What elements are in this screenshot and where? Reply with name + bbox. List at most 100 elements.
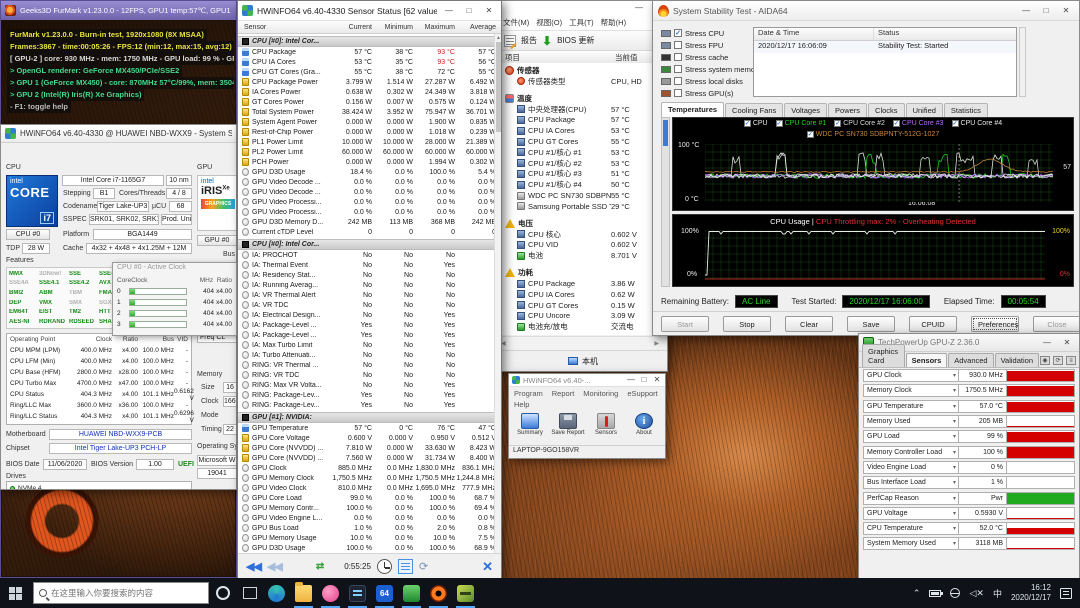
gpuz-sensor-label[interactable]: CPU Temperature	[863, 522, 959, 536]
taskbar-app-pink[interactable]	[317, 578, 344, 608]
gpuz-sensor-label[interactable]: GPU Load	[863, 430, 959, 444]
preferences-button[interactable]: Preferences	[971, 315, 1019, 332]
cn-sensor-item[interactable]: CPU #1/核心 #2 53 °C	[499, 158, 661, 169]
hwinfo-summary-titlebar[interactable]: HWiNFO64 v6.40-4330 @ HUAWEI NBD-WXX9 - …	[1, 125, 236, 143]
gpuz-minimize-button[interactable]: —	[1039, 336, 1055, 350]
network-icon[interactable]	[950, 588, 961, 598]
sensor-titlebar[interactable]: HWiNFO64 v6.40-4330 Sensor Status [62 va…	[238, 1, 501, 21]
taskbar-app-folder[interactable]	[290, 578, 317, 608]
cortana-button[interactable]	[209, 578, 236, 608]
gpuz-sensor-label[interactable]: Memory Used	[863, 415, 959, 429]
taskbar-search[interactable]	[33, 582, 209, 604]
sensor-row[interactable]: GPU Bus Load 1.0 % 0.0 % 2.0 % 0.8 %	[238, 523, 494, 533]
sensor-row[interactable]: RING: Max VR Volta... No No Yes	[238, 380, 494, 390]
cn-sensor-item[interactable]: CPU IA Cores 0.62 W	[499, 289, 661, 300]
launcher-minimize-button[interactable]: —	[626, 374, 636, 387]
save-button[interactable]: Save	[847, 315, 895, 332]
drive-row[interactable]: NVMe 4	[10, 483, 188, 489]
gpuz-tab-sensors[interactable]: Sensors	[905, 353, 948, 367]
gpuz-tab-graphics-card[interactable]: Graphics Card	[862, 344, 905, 367]
start-button[interactable]	[0, 578, 30, 608]
sensor-row[interactable]: IA: Residency Stat... No No No	[238, 270, 494, 280]
gpuz-sensor-label[interactable]: Bus Interface Load	[863, 476, 959, 490]
stability-tab-powers[interactable]: Powers	[828, 103, 868, 117]
next-page-icon[interactable]: ◀◀	[267, 560, 283, 573]
sensor-row[interactable]: GPU D3D Usage 100.0 % 0.0 % 100.0 % 68.9 %	[238, 543, 494, 553]
cn-sensor-item[interactable]: 中央处理器(CPU) 57 °C	[499, 104, 661, 115]
sensor-row[interactable]: GPU Core Voltage 0.600 V 0.000 V 0.950 V 0.5…	[238, 433, 494, 443]
stability-maximize-button[interactable]: □	[1038, 4, 1054, 18]
reset-values-icon[interactable]: ⟳	[419, 560, 428, 573]
sensor-row[interactable]: System Agent Power 0.000 W 0.000 W 1.900 W 0…	[238, 117, 494, 127]
prev-page-icon[interactable]: ◀◀	[246, 560, 262, 573]
sensor-row[interactable]: RING: VR Thermal ... No No No	[238, 360, 494, 370]
stop-button[interactable]: Stop	[723, 315, 771, 332]
cn-sensor-item[interactable]: CPU VID 0.602 V	[499, 240, 661, 251]
menu-icon[interactable]: ≡	[1066, 356, 1076, 365]
launcher-menu-esupport[interactable]: eSupport	[627, 389, 657, 398]
legend-checkbox[interactable]: ✓	[775, 120, 783, 127]
taskbar-app-fur[interactable]	[425, 578, 452, 608]
launcher-button-sensors[interactable]: Sensors	[588, 413, 624, 436]
cn-group[interactable]: 温度	[499, 93, 661, 104]
gpuz-sensor-label[interactable]: GPU Temperature	[863, 399, 959, 413]
active-clock-popup[interactable]: CPU #0 - Active Clock Core Clock MHz Ratio …	[112, 262, 237, 336]
sensor-row[interactable]: GPU Core Load 99.0 % 0.0 % 100.0 % 68.7 %	[238, 493, 494, 503]
sensor-row[interactable]: IA: PROCHOT No No No	[238, 250, 494, 260]
cn-sensor-item[interactable]: CPU #1/核心 #3 51 °C	[499, 169, 661, 180]
bios-update-button[interactable]: BIOS 更新	[557, 35, 594, 46]
cpuid-button[interactable]: CPUID	[909, 315, 957, 332]
logging-icon[interactable]	[397, 559, 413, 574]
stability-tab-cooling-fans[interactable]: Cooling Fans	[725, 103, 784, 117]
gpu-select[interactable]: GPU #0	[197, 235, 236, 246]
taskbar-app-edge[interactable]	[263, 578, 290, 608]
stability-titlebar[interactable]: System Stability Test - AIDA64 — □ ✕	[653, 1, 1079, 21]
aida64-stability-window[interactable]: System Stability Test - AIDA64 — □ ✕ ✓ St…	[652, 0, 1080, 336]
sensor-row[interactable]: GPU Memory Contr... 100.0 % 0.0 % 100.0 % 69…	[238, 503, 494, 513]
gpuz-sensor-label[interactable]: Memory Controller Load	[863, 445, 959, 459]
tray-clock[interactable]: 16:12 2020/12/17	[1011, 583, 1051, 603]
cn-sensor-item[interactable]: 电池 8.701 V	[499, 250, 661, 261]
camera-icon[interactable]: ◉	[1040, 356, 1050, 365]
launcher-button-save-report[interactable]: Save Report	[550, 413, 586, 436]
launcher-button-about[interactable]: i About	[626, 413, 662, 436]
legend-checkbox[interactable]: ✓	[743, 120, 751, 127]
cn-titlebar[interactable]: — □	[499, 1, 667, 15]
sensor-row[interactable]: GPU Video Clock 810.0 MHz 0.0 MHz 1,695.0 M…	[238, 483, 494, 493]
clear-button[interactable]: Clear	[785, 315, 833, 332]
cn-group[interactable]: 传感器	[499, 65, 661, 76]
ime-indicator[interactable]: 中	[993, 587, 1002, 600]
hwinfo-launcher-window[interactable]: HWiNFO64 v6.40-... — □ ✕ Program Report Mo…	[508, 373, 666, 459]
sensor-scrollbar[interactable]: ▲	[494, 34, 501, 553]
sensor-row[interactable]: GPU D3D Usage 18.4 % 0.0 % 100.0 % 5.4 %	[238, 167, 494, 177]
stability-minimize-button[interactable]: —	[1018, 4, 1034, 18]
log-row[interactable]: 2020/12/17 16:06:09 Stability Test: Start…	[754, 41, 1016, 53]
hwinfo-sensor-window[interactable]: HWiNFO64 v6.40-4330 Sensor Status [62 va…	[237, 0, 502, 580]
sensor-row[interactable]: IA: Electrical Design... No No Yes	[238, 310, 494, 320]
cn-menu-item[interactable]: 文件(M)	[503, 17, 529, 28]
sensor-row[interactable]: RING: Package-Lev... Yes No Yes	[238, 390, 494, 400]
sensor-row[interactable]: CPU GT Cores (Gra... 55 °C 38 °C 72 °C 55 °C	[238, 67, 494, 77]
cn-sensor-item[interactable]: CPU GT Cores 55 °C	[499, 136, 661, 147]
sensor-row[interactable]: IA: Max Turbo Limit No No Yes	[238, 340, 494, 350]
task-view-button[interactable]	[236, 578, 263, 608]
sensor-row[interactable]: PCH Power 0.000 W 0.000 W 1.994 W 0.302 W	[238, 157, 494, 167]
notification-center-icon[interactable]	[1060, 587, 1072, 599]
gpuz-tab-validation[interactable]: Validation	[994, 353, 1039, 367]
launcher-menu-report[interactable]: Report	[552, 389, 575, 398]
stress-checkbox[interactable]	[674, 77, 682, 85]
sensor-row[interactable]: GPU Video Decode ... 0.0 % 0.0 % 0.0 % 0.0 %	[238, 187, 494, 197]
graph-scroll-thumb[interactable]	[663, 120, 668, 146]
cn-group[interactable]: 功耗	[499, 267, 661, 278]
cn-menu-item[interactable]: 工具(T)	[569, 17, 594, 28]
sensor-maximize-button[interactable]: □	[461, 4, 477, 18]
cn-sensor-item[interactable]: WDC PC SN730 SDBPNTY-51...55 °C	[499, 190, 661, 201]
tray-chevron-icon[interactable]: ⌃	[913, 588, 921, 599]
cn-sensor-item[interactable]: CPU #1/核心 #1 53 °C	[499, 147, 661, 158]
gpuz-window[interactable]: TechPowerUp GPU-Z 2.36.0 — ✕ Graphics Ca…	[858, 333, 1080, 580]
launcher-menu-help[interactable]: Help	[514, 400, 529, 409]
sensor-column-headers[interactable]: Sensor Current Minimum Maximum Average	[238, 21, 501, 34]
sensor-toolbar-close-icon[interactable]: ✕	[482, 559, 493, 575]
sensor-row[interactable]: GPU Memory Clock 1,750.5 MHz 0.0 MHz 1,750.…	[238, 473, 494, 483]
launcher-button-summary[interactable]: Summary	[512, 413, 548, 436]
